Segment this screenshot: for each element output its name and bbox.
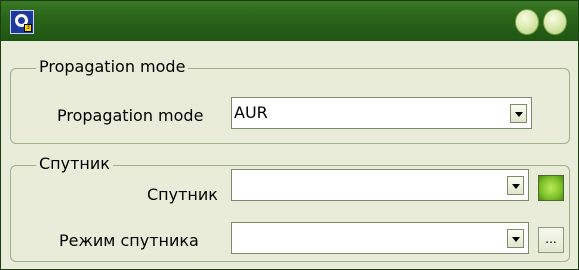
satellite-mode-label: Режим спутника [59,231,199,250]
satellite-label: Спутник [147,185,218,204]
chevron-down-icon[interactable] [510,104,527,123]
minimize-button[interactable] [515,9,539,35]
dialog-window: 3 Propagation mode Propagation mode AUR … [0,0,579,270]
propagation-mode-select[interactable]: AUR [231,97,532,129]
satellite-select[interactable] [231,169,529,201]
group-title: Propagation mode [36,57,189,76]
chevron-down-icon[interactable] [507,176,524,195]
propagation-mode-label: Propagation mode [57,106,204,125]
satellite-action-button[interactable] [538,175,564,201]
app-icon: 3 [10,10,34,34]
satellite-mode-select[interactable] [231,222,529,254]
browse-button[interactable]: ... [538,227,564,253]
propagation-mode-value: AUR [234,103,268,122]
close-button[interactable] [543,9,567,35]
chevron-down-icon[interactable] [507,229,524,248]
title-bar[interactable]: 3 [1,1,578,41]
group-title: Спутник [36,154,113,173]
